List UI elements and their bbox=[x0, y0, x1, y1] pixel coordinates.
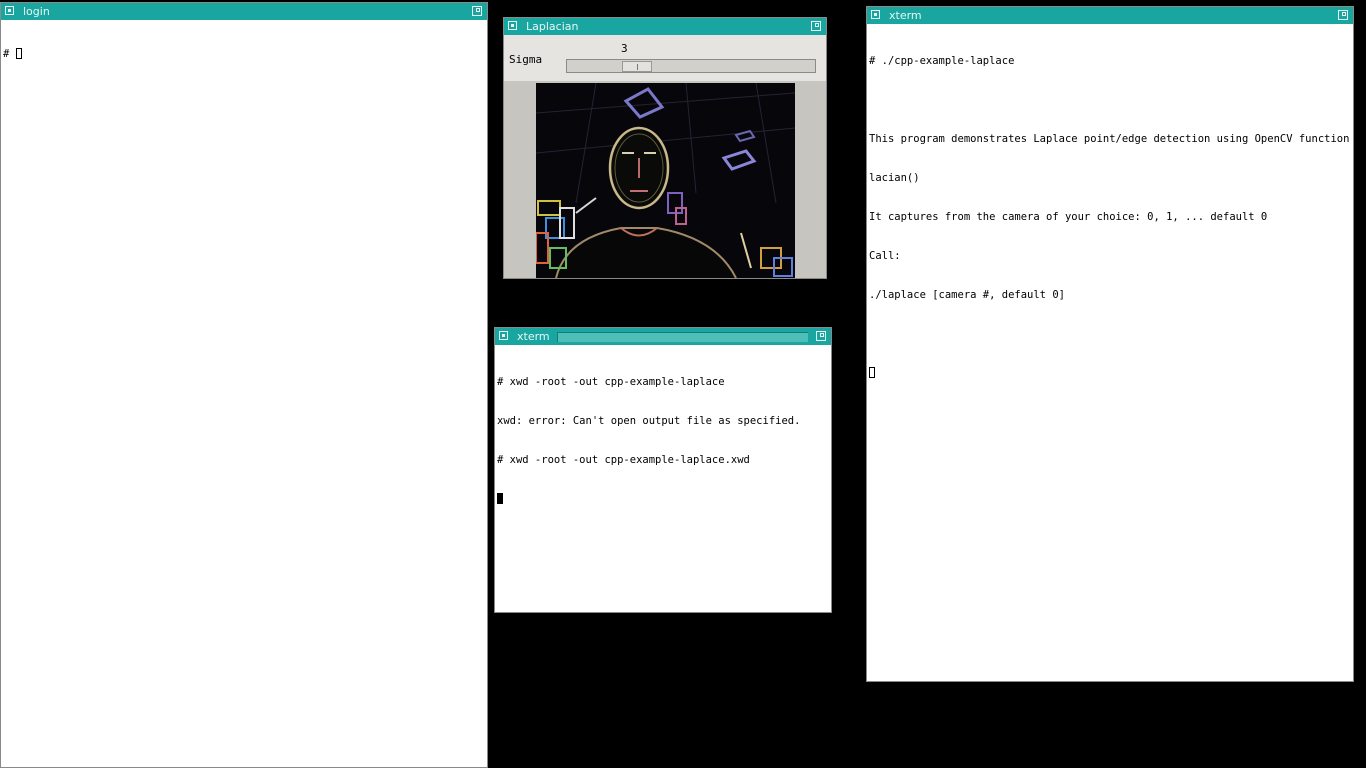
text-cursor bbox=[15, 48, 22, 59]
terminal-line bbox=[869, 367, 1351, 380]
terminal-line: Call: bbox=[869, 250, 901, 262]
terminal-line: # xwd -root -out cpp-example-laplace.xwd bbox=[497, 454, 750, 466]
xterm-terminal[interactable]: # xwd -root -out cpp-example-laplace xwd… bbox=[497, 350, 829, 610]
xterm-terminal[interactable]: # ./cpp-example-laplace This program dem… bbox=[869, 29, 1351, 679]
text-cursor bbox=[497, 493, 503, 504]
maximize-icon[interactable] bbox=[816, 331, 826, 341]
xterm-output-window[interactable]: xterm # xwd -root -out cpp-example-lapla… bbox=[494, 327, 832, 613]
window-menu-icon[interactable] bbox=[499, 331, 508, 340]
login-terminal[interactable]: # bbox=[3, 22, 485, 765]
window-menu-icon[interactable] bbox=[5, 6, 14, 15]
titlebar-focus-indicator bbox=[557, 332, 808, 342]
login-titlebar[interactable]: login bbox=[1, 3, 487, 20]
slider-handle[interactable] bbox=[622, 61, 652, 72]
xterm-titlebar[interactable]: xterm bbox=[867, 7, 1353, 24]
window-menu-icon[interactable] bbox=[508, 21, 517, 30]
terminal-line: lacian() bbox=[869, 172, 920, 184]
trackbar-panel: 3 Sigma bbox=[504, 35, 826, 81]
maximize-icon[interactable] bbox=[1338, 10, 1348, 20]
terminal-line: This program demonstrates Laplace point/… bbox=[869, 133, 1351, 145]
text-cursor bbox=[869, 367, 875, 378]
xterm-help-window[interactable]: xterm # ./cpp-example-laplace This progr… bbox=[866, 6, 1354, 682]
laplacian-body: 3 Sigma bbox=[504, 35, 826, 278]
laplacian-titlebar[interactable]: Laplacian bbox=[504, 18, 826, 35]
login-window[interactable]: login # bbox=[0, 2, 488, 768]
terminal-line: ./laplace [camera #, default 0] bbox=[869, 289, 1065, 301]
window-menu-icon[interactable] bbox=[871, 10, 880, 19]
xterm-titlebar[interactable]: xterm bbox=[495, 328, 831, 345]
maximize-icon[interactable] bbox=[811, 21, 821, 31]
terminal-line: xwd: error: Can't open output file as sp… bbox=[497, 415, 801, 427]
trackbar-value: 3 bbox=[621, 42, 628, 55]
trackbar-label: Sigma bbox=[509, 53, 543, 66]
maximize-icon[interactable] bbox=[472, 6, 482, 16]
terminal-line: # bbox=[3, 48, 485, 61]
window-title: Laplacian bbox=[526, 20, 579, 33]
camera-image bbox=[536, 83, 795, 278]
sigma-slider[interactable] bbox=[566, 59, 816, 73]
laplacian-window[interactable]: Laplacian 3 Sigma bbox=[503, 17, 827, 279]
window-title: xterm bbox=[889, 9, 922, 22]
terminal-line bbox=[497, 493, 829, 506]
edge-detection-image bbox=[536, 83, 795, 278]
terminal-line: It captures from the camera of your choi… bbox=[869, 211, 1268, 223]
window-title: xterm bbox=[517, 330, 550, 343]
terminal-line: # xwd -root -out cpp-example-laplace bbox=[497, 376, 725, 388]
terminal-line: # ./cpp-example-laplace bbox=[869, 55, 1015, 67]
window-title: login bbox=[23, 5, 50, 18]
